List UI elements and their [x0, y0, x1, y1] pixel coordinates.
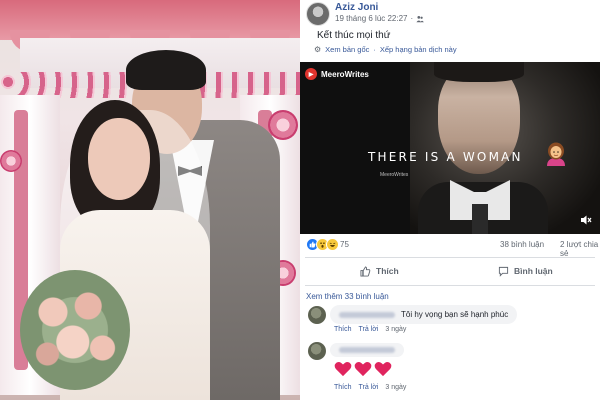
video-channel[interactable]: ▶ MeeroWrites [305, 68, 369, 80]
channel-logo-icon: ▶ [305, 68, 317, 80]
channel-name: MeeroWrites [321, 69, 369, 79]
speaker-mute-icon[interactable] [580, 214, 592, 226]
wedding-photo [0, 0, 300, 400]
comment-text: Tôi hy vọng bạn sẽ hạnh phúc [401, 310, 509, 319]
like-button-label: Thích [376, 266, 399, 276]
red-heart-icon [374, 361, 392, 377]
flower-ball [268, 110, 298, 140]
comment-icon [498, 266, 509, 277]
comment-time[interactable]: 3 ngày [385, 326, 406, 333]
bride-face [88, 118, 150, 200]
woman-emoji-icon [547, 142, 565, 166]
author-avatar[interactable] [306, 2, 330, 26]
commenter-name-blurred[interactable] [339, 311, 395, 318]
commenter-name-blurred[interactable] [339, 347, 395, 353]
haha-reaction-icon [326, 238, 339, 251]
translation-bar: ⚙ Xem bản gốc · Xếp hạng bản dịch này [314, 45, 457, 54]
comment-actions: Thích Trả lời 3 ngày [334, 326, 406, 333]
comment-actions: Thích Trả lời 3 ngày [334, 384, 406, 391]
reaction-count[interactable]: 75 [340, 240, 349, 249]
rate-translation-link[interactable]: Xếp hạng bản dịch này [380, 45, 457, 54]
comment-like-link[interactable]: Thích [334, 384, 352, 391]
gear-icon[interactable]: ⚙ [314, 45, 321, 54]
commenter-avatar[interactable] [308, 306, 326, 324]
comment-button-label: Bình luận [514, 266, 553, 276]
comment-bubble [330, 343, 404, 357]
author-name[interactable]: Aziz Joni [335, 2, 378, 13]
shares-count[interactable]: 2 lượt chia sẻ [560, 240, 600, 258]
comment-reply-link[interactable]: Trả lời [359, 326, 379, 333]
post-timestamp[interactable]: 19 tháng 6 lúc 22:27 [335, 14, 408, 23]
commenter-avatar[interactable] [308, 342, 326, 360]
friends-icon[interactable] [416, 15, 425, 23]
video-tie [472, 204, 488, 234]
red-heart-icon [334, 361, 352, 377]
comments-count[interactable]: 38 bình luận [500, 240, 544, 249]
see-original-link[interactable]: Xem bản gốc [325, 45, 369, 54]
reactions-summary: 75 38 bình luận 2 lượt chia sẻ [300, 238, 600, 258]
flower-ball [0, 150, 22, 172]
like-button[interactable]: Thích [360, 263, 399, 279]
comment-bubble: Tôi hy vọng bạn sẽ hạnh phúc [330, 305, 518, 324]
divider [305, 257, 595, 258]
post-text: Kết thúc mọi thứ [317, 30, 391, 41]
heart-emojis [334, 361, 392, 377]
video-player[interactable]: ▶ MeeroWrites THERE IS A WOMAN MeeroWrit… [300, 62, 600, 234]
comment-time[interactable]: 3 ngày [385, 384, 406, 391]
comment-reply-link[interactable]: Trả lời [359, 384, 379, 391]
groom-hair [126, 50, 206, 90]
bouquet [20, 270, 130, 390]
red-heart-icon [354, 361, 372, 377]
video-caption: THERE IS A WOMAN [368, 150, 523, 164]
comment-like-link[interactable]: Thích [334, 326, 352, 333]
reaction-icons[interactable] [306, 238, 339, 251]
thumbs-up-icon [360, 265, 371, 277]
facebook-post: Aziz Joni 19 tháng 6 lúc 22:27 · Kết thú… [300, 0, 600, 400]
view-more-comments-link[interactable]: Xem thêm 33 bình luận [306, 292, 389, 301]
divider [305, 285, 595, 286]
post-meta: 19 tháng 6 lúc 22:27 · [335, 14, 425, 23]
video-hair [434, 62, 524, 82]
comment-button[interactable]: Bình luận [498, 263, 553, 279]
video-watermark: MeeroWrites [380, 172, 409, 178]
